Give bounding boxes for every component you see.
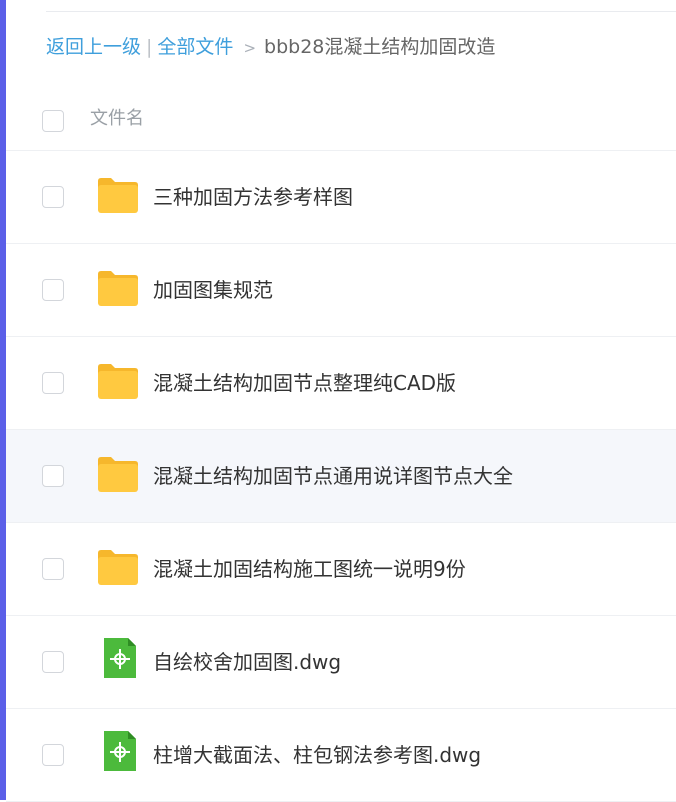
file-row[interactable]: 柱增大截面法、柱包钢法参考图.dwg xyxy=(6,709,676,802)
breadcrumb-separator: | xyxy=(146,36,153,58)
folder-icon xyxy=(98,550,138,585)
folder-icon xyxy=(98,271,138,306)
select-all-checkbox[interactable] xyxy=(42,110,64,132)
file-name[interactable]: 混凝土加固结构施工图统一说明9份 xyxy=(153,555,466,583)
file-row[interactable]: 自绘校舍加固图.dwg xyxy=(6,616,676,709)
file-list-panel: 返回上一级 | 全部文件 > bbb28混凝土结构加固改造 文件名 三种加固方法参考样图… xyxy=(6,0,676,802)
top-divider xyxy=(46,11,676,12)
current-folder-name: bbb28混凝土结构加固改造 xyxy=(264,36,496,58)
row-checkbox[interactable] xyxy=(42,279,64,301)
row-checkbox[interactable] xyxy=(42,744,64,766)
file-name[interactable]: 混凝土结构加固节点通用说详图节点大全 xyxy=(153,462,513,490)
back-link[interactable]: 返回上一级 xyxy=(46,36,141,58)
folder-icon xyxy=(98,178,138,213)
folder-icon xyxy=(98,457,138,492)
list-header: 文件名 xyxy=(6,90,676,151)
file-row[interactable]: 混凝土加固结构施工图统一说明9份 xyxy=(6,523,676,616)
file-name[interactable]: 混凝土结构加固节点整理纯CAD版 xyxy=(153,369,456,397)
row-checkbox[interactable] xyxy=(42,651,64,673)
row-checkbox[interactable] xyxy=(42,465,64,487)
row-checkbox[interactable] xyxy=(42,372,64,394)
row-checkbox[interactable] xyxy=(42,558,64,580)
file-row[interactable]: 混凝土结构加固节点通用说详图节点大全 xyxy=(6,430,676,523)
file-name[interactable]: 自绘校舍加固图.dwg xyxy=(153,648,341,676)
column-header-filename: 文件名 xyxy=(90,108,144,129)
file-name[interactable]: 加固图集规范 xyxy=(153,276,273,304)
breadcrumb-arrow: > xyxy=(243,39,257,57)
dwg-file-icon xyxy=(104,731,136,771)
breadcrumb: 返回上一级 | 全部文件 > bbb28混凝土结构加固改造 xyxy=(46,32,495,62)
file-row[interactable]: 三种加固方法参考样图 xyxy=(6,151,676,244)
file-name[interactable]: 柱增大截面法、柱包钢法参考图.dwg xyxy=(153,741,481,769)
file-name[interactable]: 三种加固方法参考样图 xyxy=(153,183,353,211)
dwg-file-icon xyxy=(104,638,136,678)
folder-icon xyxy=(98,364,138,399)
all-files-link[interactable]: 全部文件 xyxy=(157,36,233,58)
file-row[interactable]: 混凝土结构加固节点整理纯CAD版 xyxy=(6,337,676,430)
file-row[interactable]: 加固图集规范 xyxy=(6,244,676,337)
row-checkbox[interactable] xyxy=(42,186,64,208)
